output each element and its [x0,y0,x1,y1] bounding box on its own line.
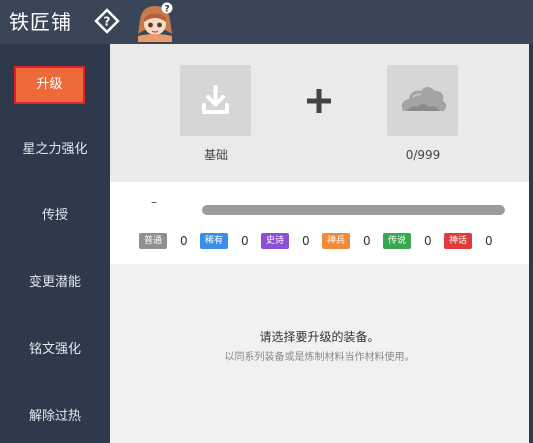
sidebar-item-upgrade[interactable]: 升级 [14,66,85,104]
material-slot[interactable] [387,65,458,136]
stats-panel: – 普通 0 稀有 0 史诗 0 神兵 0 传说 0 神话 0 [110,182,529,264]
rarity-count-rare: 0 [241,234,249,248]
sidebar-item-star-force[interactable]: 星之力强化 [0,130,110,170]
rarity-badge-divine: 神兵 [322,233,350,249]
base-item-slot[interactable] [180,65,251,136]
avatar[interactable]: ? [134,2,176,42]
upgrade-level-text: – [151,195,157,209]
upgrade-slots-panel: 基础 0/999 [110,44,529,182]
svg-text:?: ? [164,5,169,15]
rarity-count-common: 0 [180,234,188,248]
plus-icon [307,89,331,113]
sidebar-item-change-potential[interactable]: 变更潜能 [0,263,110,303]
rarity-badge-mythic: 神话 [444,233,472,249]
rarity-badge-epic: 史诗 [261,233,289,249]
right-edge [529,44,533,443]
rarity-count-mythic: 0 [485,234,493,248]
rarity-count-epic: 0 [302,234,310,248]
rarity-badge-common: 普通 [139,233,167,249]
rarity-count-legendary: 0 [424,234,432,248]
page-title: 铁匠铺 [9,10,72,34]
cloud-ore-icon [401,87,447,111]
empty-state-hint: 以同系列装备或是炼制材料当作材料使用。 [224,352,415,363]
rarity-badge-legendary: 传说 [383,233,411,249]
header-bar: 铁匠铺 ? ? [0,0,533,44]
svg-text:?: ? [104,15,111,29]
sidebar-item-remove-overheat[interactable]: 解除过热 [0,397,110,437]
material-count: 0/999 [405,148,441,162]
main-panel: 基础 0/999 – 普通 0 稀有 0 史诗 0 神兵 0 传说 0 神话 0… [110,44,529,443]
empty-state-message: 请选择要升级的装备。 [259,330,380,344]
upgrade-progress-bar [202,205,505,215]
sidebar: 升级 星之力强化 传授 变更潜能 铭文强化 解除过热 [0,44,110,443]
rarity-count-divine: 0 [363,234,371,248]
help-icon[interactable]: ? [94,8,120,34]
rarity-badge-rare: 稀有 [200,233,228,249]
download-icon [202,85,229,114]
base-slot-label: 基础 [203,148,228,162]
upgrade-progress-fill [202,205,505,215]
sidebar-item-transfer[interactable]: 传授 [0,196,110,236]
sidebar-item-inscription[interactable]: 铭文强化 [0,330,110,370]
